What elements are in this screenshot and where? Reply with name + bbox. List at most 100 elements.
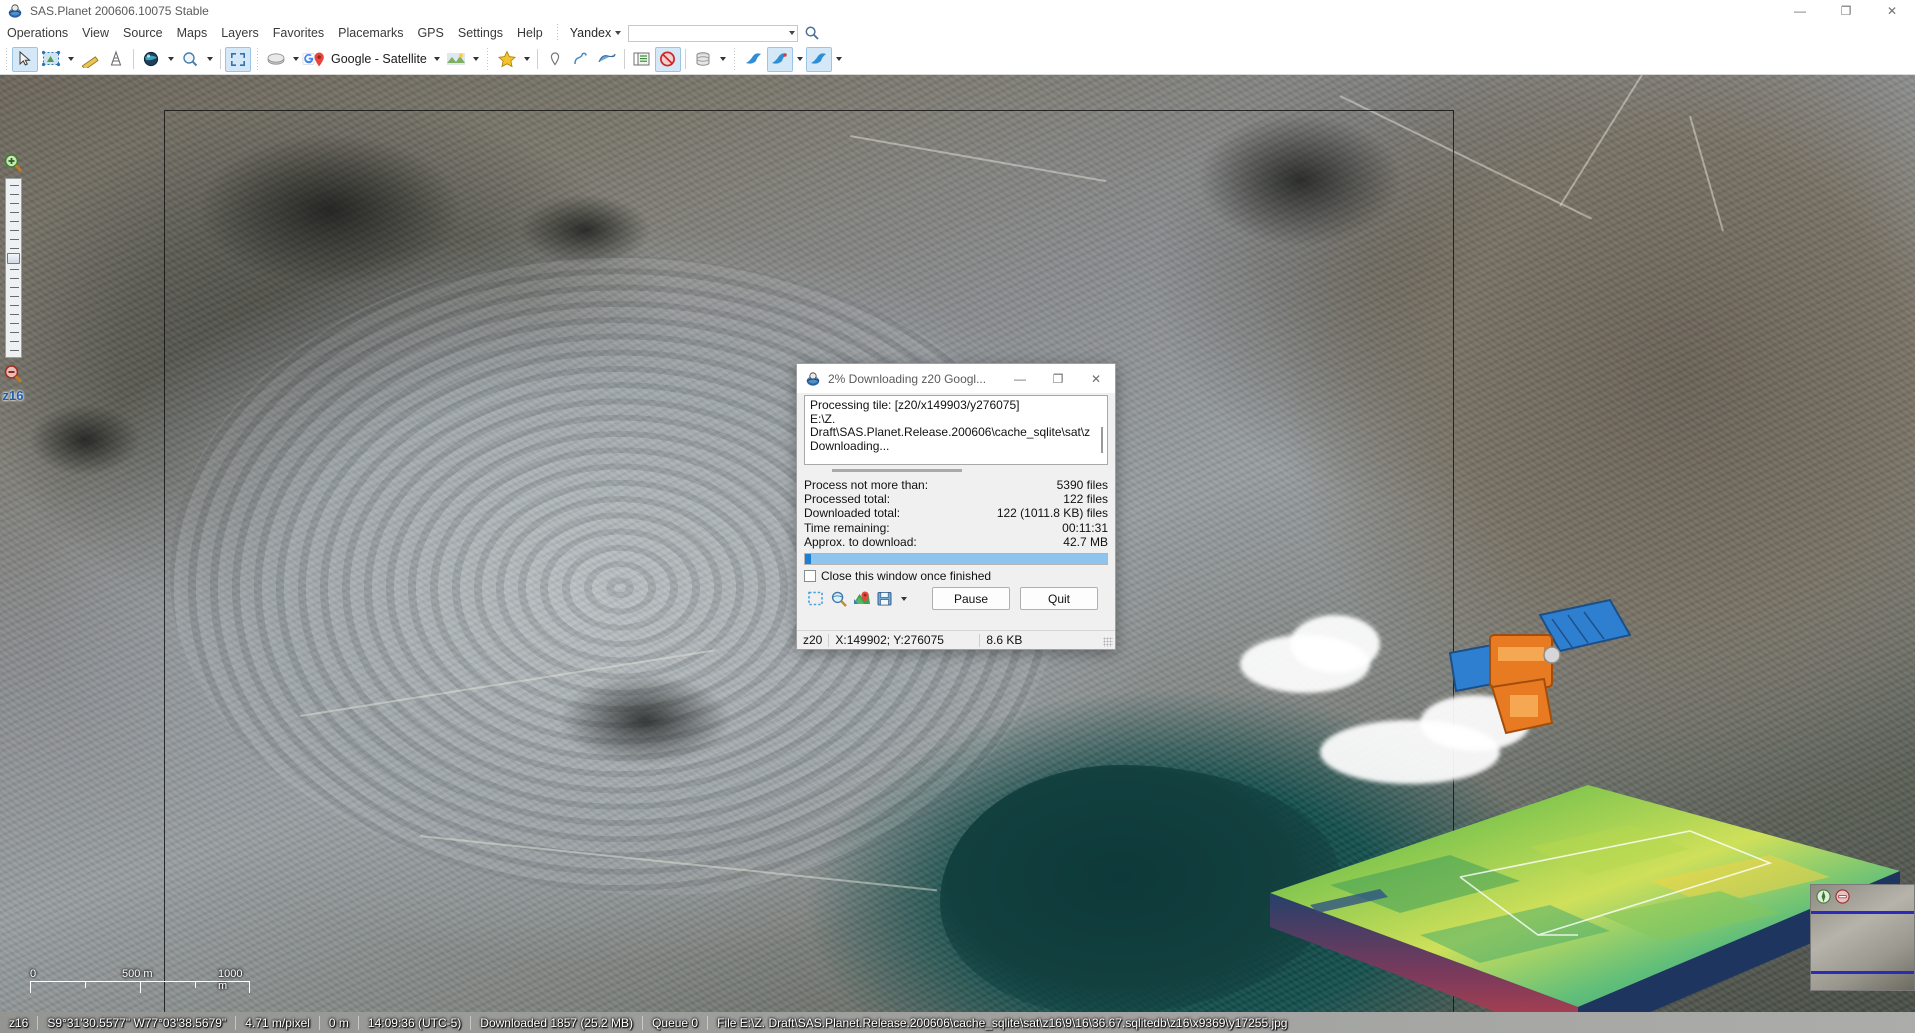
statusbar-downloaded: Downloaded 1857 (25.2 MB)	[480, 1015, 634, 1030]
menu-layers[interactable]: Layers	[214, 24, 266, 42]
chevron-down-icon	[796, 57, 803, 61]
log-vertical-scrollbar[interactable]	[1097, 397, 1106, 463]
gps-center-tool[interactable]	[805, 46, 832, 72]
window-close-button[interactable]: ✕	[1869, 0, 1915, 22]
minimap-close-icon[interactable]	[1835, 889, 1850, 904]
zoom-out-icon[interactable]	[2, 363, 24, 385]
dialog-resize-grip[interactable]	[1103, 637, 1113, 647]
sasplanet-icon	[8, 4, 22, 18]
list-tool[interactable]	[629, 47, 655, 72]
zoom-tool-dropdown[interactable]	[203, 47, 216, 72]
pause-button[interactable]: Pause	[932, 587, 1010, 611]
selection-tool-dropdown[interactable]	[64, 47, 77, 72]
minimap[interactable]	[1810, 884, 1915, 991]
stat-value: 122 (1011.8 KB) files	[996, 506, 1108, 521]
favorites-dropdown[interactable]	[520, 47, 533, 72]
log-vertical-scroll-thumb[interactable]	[1101, 427, 1103, 453]
toolbar-grip-4[interactable]	[731, 48, 738, 70]
gps-connect-tool[interactable]	[741, 47, 767, 72]
no-cache-tool[interactable]	[654, 46, 681, 72]
zoom-in-icon[interactable]	[2, 152, 24, 174]
globe-tool-dropdown[interactable]	[164, 47, 177, 72]
zoom-tool[interactable]	[177, 47, 203, 72]
save-session-button[interactable]	[873, 588, 896, 610]
dialog-minimize-button[interactable]: —	[1001, 364, 1039, 393]
menu-favorites[interactable]: Favorites	[266, 24, 331, 42]
magnifier-globe-icon	[831, 591, 847, 607]
menu-help[interactable]: Help	[510, 24, 550, 42]
scale-bar: 0 500 m 1000 m	[30, 968, 250, 994]
chevron-down-icon	[615, 31, 622, 35]
polygon-tool[interactable]	[594, 47, 620, 72]
database-dropdown[interactable]	[716, 47, 729, 72]
layer-stack-dropdown[interactable]	[289, 47, 302, 72]
map-source-tool[interactable]	[302, 47, 328, 72]
menu-placemarks[interactable]: Placemarks	[331, 24, 410, 42]
path-tool[interactable]	[568, 47, 594, 72]
gps-center-dropdown[interactable]	[832, 47, 845, 72]
toolbar-grip-2[interactable]	[254, 48, 260, 70]
list-icon	[633, 52, 650, 66]
zoom-panel: z16	[0, 150, 26, 440]
dashed-rect-icon	[808, 591, 823, 606]
globe-icon	[143, 51, 158, 67]
stat-row-downloaded-total: Downloaded total: 122 (1011.8 KB) files	[804, 506, 1108, 520]
toolbar-grip-1[interactable]	[3, 48, 9, 70]
selection-rect-button[interactable]	[804, 588, 827, 610]
dialog-close-button[interactable]: ✕	[1077, 364, 1115, 393]
download-dialog[interactable]: 2% Downloading z20 Googl... — ❐ ✕ Proces…	[796, 363, 1116, 650]
menubar-grip[interactable]	[553, 24, 561, 42]
dialog-titlebar[interactable]: 2% Downloading z20 Googl... — ❐ ✕	[797, 364, 1115, 393]
fullscreen-tool[interactable]	[225, 46, 251, 72]
search-provider-dropdown[interactable]: Yandex	[565, 24, 626, 42]
pointer-tool[interactable]	[12, 46, 38, 72]
ruler-tool[interactable]	[77, 47, 103, 72]
antenna-tool[interactable]	[103, 47, 129, 72]
compass-icon[interactable]	[1816, 889, 1831, 904]
search-icon[interactable]	[804, 25, 820, 41]
menu-maps[interactable]: Maps	[170, 24, 215, 42]
search-input-wrapper[interactable]	[628, 24, 799, 42]
menu-source[interactable]: Source	[116, 24, 170, 42]
save-session-dropdown[interactable]	[896, 588, 910, 610]
dialog-log-box[interactable]: Processing tile: [z20/x149903/y276075] E…	[804, 395, 1108, 465]
zoom-selection-button[interactable]	[827, 588, 850, 610]
map-source-label[interactable]: Google - Satellite	[328, 52, 430, 66]
overlay-tool[interactable]	[443, 47, 469, 72]
chevron-down-icon	[293, 57, 299, 61]
dialog-maximize-button[interactable]: ❐	[1039, 364, 1077, 393]
selection-tool[interactable]	[38, 47, 64, 72]
overlay-dropdown[interactable]	[469, 47, 482, 72]
menu-settings[interactable]: Settings	[451, 24, 510, 42]
zoom-slider-handle[interactable]	[6, 253, 20, 264]
toolbar-separator-4	[623, 49, 625, 69]
statusbar: z16 S9°31'30.5577" W77°03'38.5679" 4.71 …	[0, 1012, 1915, 1033]
gps-track-dropdown[interactable]	[793, 47, 806, 72]
search-history-chevron-icon[interactable]	[789, 31, 796, 35]
bird-track-icon	[771, 53, 787, 64]
open-in-maps-button[interactable]	[850, 588, 873, 610]
layer-stack-tool[interactable]	[263, 47, 289, 72]
favorites-tool[interactable]	[494, 47, 520, 72]
menu-gps[interactable]: GPS	[410, 24, 450, 42]
close-when-finished-row[interactable]: Close this window once finished	[804, 569, 1108, 583]
close-when-finished-checkbox[interactable]	[804, 570, 816, 583]
menu-operations[interactable]: Operations	[0, 24, 75, 42]
window-minimize-button[interactable]: —	[1777, 0, 1823, 22]
globe-tool[interactable]	[138, 47, 164, 72]
log-horizontal-scroll-thumb[interactable]	[832, 469, 962, 472]
gps-track-tool[interactable]	[766, 46, 793, 72]
quit-button[interactable]: Quit	[1020, 587, 1098, 611]
search-input[interactable]	[631, 25, 790, 41]
ruler-icon	[81, 56, 99, 68]
map-source-dropdown[interactable]	[430, 47, 443, 72]
log-horizontal-scrollbar[interactable]	[804, 466, 1108, 475]
database-tool[interactable]	[690, 47, 716, 72]
menu-view[interactable]: View	[75, 24, 116, 42]
progress-active-chunk	[805, 554, 812, 565]
window-maximize-button[interactable]: ❐	[1823, 0, 1869, 22]
antenna-icon	[110, 50, 122, 66]
toolbar-grip-3[interactable]	[484, 48, 491, 70]
zoom-slider[interactable]	[4, 178, 22, 358]
placemark-tool[interactable]	[542, 47, 568, 72]
